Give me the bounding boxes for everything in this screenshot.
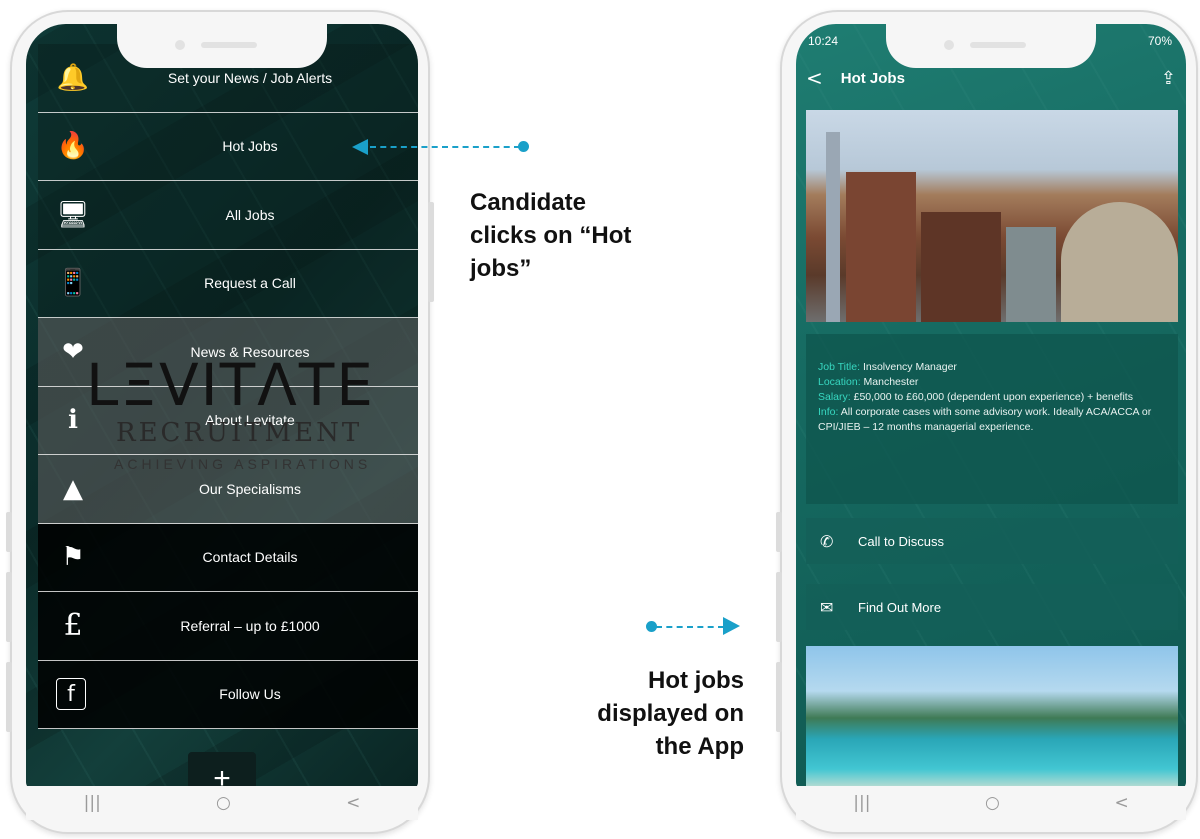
slide: 🔔 Set your News / Job Alerts 🔥 Hot Jobs … [0, 0, 1200, 839]
volume-button [776, 572, 782, 642]
building [1061, 202, 1178, 322]
recents-button[interactable]: ||| [84, 793, 101, 813]
back-arrow-icon[interactable]: < [806, 66, 823, 90]
caption-hot-jobs-displayed: Hot jobs displayed on the App [540, 664, 744, 763]
job-title-key: Job Title: [818, 361, 861, 373]
right-screen: 10:24 70% < Hot Jobs ⇪ Job Title: Insolv… [796, 24, 1186, 790]
volume-button [6, 512, 12, 552]
volume-button [6, 572, 12, 642]
menu-item-follow-us[interactable]: f Follow Us [38, 660, 418, 729]
caption-line: Hot jobs [648, 667, 744, 694]
building [846, 172, 916, 322]
android-nav-bar: ||| ○ < [796, 786, 1186, 820]
menu-item-label: All Jobs [225, 206, 275, 223]
call-to-discuss-label: Call to Discuss [858, 533, 944, 549]
back-button[interactable]: < [346, 793, 360, 813]
job-info-key: Info: [818, 406, 839, 418]
menu-item-news-resources[interactable]: ❤ News & Resources [38, 318, 418, 387]
side-button [6, 662, 12, 732]
menu-item-label: Request a Call [204, 275, 296, 292]
arrow-dot [518, 141, 529, 152]
menu-item-about[interactable]: ℹ About Levitate [38, 386, 418, 455]
job-info-value: All corporate cases with some advisory w… [818, 406, 1152, 433]
menu-item-label: About Levitate [205, 412, 295, 429]
job-title-value: Insolvency Manager [860, 361, 957, 373]
job-title-line: Job Title: Insolvency Manager [818, 360, 1166, 375]
uk-map-icon: ⚑ [61, 542, 85, 573]
job-location-key: Location: [818, 376, 861, 388]
specialisms-icon: ▲ [63, 473, 83, 504]
recents-button[interactable]: ||| [853, 793, 870, 813]
share-icon[interactable]: ⇪ [1161, 68, 1176, 89]
menu-item-label: Set your News / Job Alerts [167, 69, 333, 86]
camera [175, 40, 185, 50]
back-button[interactable]: < [1114, 793, 1128, 813]
arrow-head-left [352, 139, 368, 155]
add-button[interactable]: + [188, 752, 256, 790]
menu-item-contact[interactable]: ⚑ Contact Details [38, 523, 418, 592]
find-out-more-label: Find Out More [858, 599, 942, 615]
menu-item-label: Referral – up to £1000 [180, 617, 320, 634]
phone-icon: ✆ [820, 531, 834, 551]
home-button[interactable]: ○ [985, 793, 1000, 813]
find-out-more-button[interactable]: ✉ Find Out More [806, 584, 1178, 630]
job-info-line: Info: All corporate cases with some advi… [818, 405, 1166, 435]
caption-line: jobs” [470, 255, 532, 282]
bell-icon: 🔔 [56, 62, 90, 93]
job-salary-line: Salary: £50,000 to £60,000 (dependent up… [818, 390, 1166, 405]
battery-level: 70% [1147, 34, 1172, 48]
job-salary-key: Salary: [818, 391, 851, 403]
job-search-icon: 🖥 [56, 199, 90, 230]
caption-line: clicks on “Hot [470, 222, 632, 249]
phone-ringing-icon: 📱 [56, 268, 90, 299]
arrow-head-right [723, 617, 740, 635]
dashed-arrow-line [370, 146, 520, 148]
pound-icon: £ [63, 608, 83, 644]
job-details-card: Job Title: Insolvency Manager Location: … [806, 334, 1178, 504]
speaker [201, 42, 257, 48]
power-button [428, 202, 434, 302]
beach-photo [806, 646, 1178, 790]
status-bar: 10:24 70% [796, 30, 1186, 50]
home-button[interactable]: ○ [216, 793, 231, 813]
status-time: 10:24 [808, 34, 839, 48]
menu-item-label: Our Specialisms [199, 480, 301, 497]
android-nav-bar: ||| ○ < [26, 786, 418, 820]
menu-item-label: Follow Us [219, 686, 281, 703]
menu-item-specialisms[interactable]: ▲ Our Specialisms [38, 455, 418, 524]
page-title: Hot Jobs [840, 69, 905, 87]
right-phone: 10:24 70% < Hot Jobs ⇪ Job Title: Insolv… [776, 10, 1198, 834]
caption-line: displayed on [597, 700, 744, 727]
volume-button [776, 512, 782, 552]
menu-item-referral[interactable]: £ Referral – up to £1000 [38, 592, 418, 661]
mail-icon: ✉ [820, 597, 834, 617]
caption-line: Candidate [470, 189, 587, 216]
menu-item-label: Contact Details [202, 549, 298, 566]
building [921, 212, 1001, 322]
job-location-value: Manchester [860, 376, 919, 388]
caption-candidate-clicks: Candidate clicks on “Hot jobs” [470, 186, 631, 285]
flame-icon: 🔥 [56, 131, 90, 162]
info-icon: ℹ [68, 405, 78, 436]
call-to-discuss-button[interactable]: ✆ Call to Discuss [806, 518, 1178, 564]
facebook-icon: f [56, 678, 86, 711]
job-location-line: Location: Manchester [818, 375, 1166, 390]
building [1006, 227, 1056, 322]
notch [117, 24, 327, 68]
left-phone: 🔔 Set your News / Job Alerts 🔥 Hot Jobs … [6, 10, 434, 834]
dashed-arrow-line [656, 626, 724, 628]
building [826, 132, 840, 322]
side-button [776, 662, 782, 732]
job-salary-value: £50,000 to £60,000 (dependent upon exper… [850, 391, 1133, 403]
caption-line: the App [655, 733, 744, 760]
menu-item-all-jobs[interactable]: 🖥 All Jobs [38, 181, 418, 250]
book-heart-icon: ❤ [62, 336, 84, 367]
menu-item-label: News & Resources [190, 343, 310, 360]
manchester-skyline-photo [806, 110, 1178, 322]
menu-item-request-call[interactable]: 📱 Request a Call [38, 249, 418, 318]
